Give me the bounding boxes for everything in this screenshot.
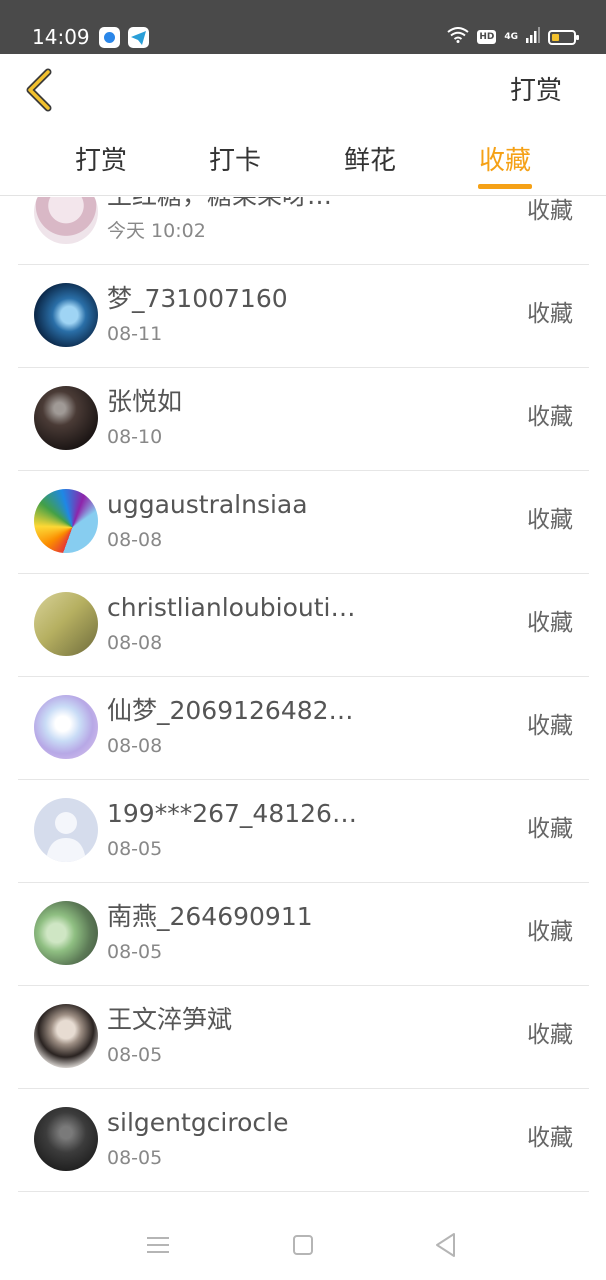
timestamp: 08-08 — [107, 632, 163, 654]
favorite-label: 收藏 — [527, 919, 573, 945]
default-user-icon — [46, 812, 86, 862]
list-item[interactable]: 199***267_48126… 08-05 收藏 — [18, 780, 589, 883]
list-item[interactable]: uggaustralnsiaa 08-08 收藏 — [18, 471, 589, 574]
user-name: 南燕_264690911 — [107, 902, 313, 931]
avatar — [34, 695, 98, 759]
signal-icon — [526, 27, 540, 47]
list-item[interactable]: 王文淬笋斌 08-05 收藏 — [18, 986, 589, 1089]
tab-flowers[interactable]: 鲜花 — [315, 144, 425, 178]
user-name: 199***267_48126… — [107, 799, 357, 828]
favorite-label: 收藏 — [527, 301, 573, 327]
avatar — [34, 489, 98, 553]
avatar — [34, 592, 98, 656]
back-icon — [436, 1233, 455, 1257]
app-notification-icon — [99, 27, 120, 48]
chevron-left-icon — [26, 68, 52, 112]
favorite-label: 收藏 — [527, 1125, 573, 1151]
favorites-list: 王红糖，糖果果呀… 今天 10:02 收藏 梦_731007160 08-11 … — [0, 197, 606, 1207]
user-name: 王文淬笋斌 — [107, 1005, 233, 1034]
avatar — [34, 386, 98, 450]
user-name: 张悦如 — [107, 387, 183, 416]
tab-reward[interactable]: 打赏 — [46, 144, 156, 178]
status-indicators: HD 4G — [447, 26, 579, 48]
favorite-label: 收藏 — [527, 198, 573, 224]
system-back-button[interactable] — [428, 1227, 464, 1263]
list-item[interactable]: christlianloubiouti… 08-08 收藏 — [18, 574, 589, 677]
network-type: 4G — [504, 32, 518, 42]
wifi-icon — [447, 27, 469, 47]
active-tab-indicator — [478, 184, 532, 189]
avatar — [34, 197, 98, 244]
top-bar: 打赏 — [0, 54, 606, 126]
list-item[interactable]: 王红糖，糖果果呀… 今天 10:02 收藏 — [18, 197, 589, 265]
timestamp: 08-05 — [107, 838, 163, 860]
home-icon — [293, 1235, 313, 1255]
favorite-label: 收藏 — [527, 1022, 573, 1048]
timestamp: 08-08 — [107, 529, 163, 551]
user-name: 梦_731007160 — [107, 284, 288, 313]
avatar — [34, 283, 98, 347]
user-name: 王红糖，糖果果呀… — [107, 197, 407, 212]
tab-bar: 打赏 打卡 鲜花 收藏 — [0, 126, 606, 196]
back-button[interactable] — [20, 68, 60, 112]
favorite-label: 收藏 — [527, 507, 573, 533]
timestamp: 08-05 — [107, 1044, 163, 1066]
reward-action-button[interactable]: 打赏 — [510, 74, 562, 108]
favorite-label: 收藏 — [527, 713, 573, 739]
home-button[interactable] — [285, 1227, 321, 1263]
user-name: uggaustralnsiaa — [107, 490, 308, 519]
avatar — [34, 798, 98, 862]
user-name: 仙梦_2069126482… — [107, 696, 354, 725]
avatar — [34, 901, 98, 965]
favorite-label: 收藏 — [527, 404, 573, 430]
list-item[interactable]: 仙梦_2069126482… 08-08 收藏 — [18, 677, 589, 780]
timestamp: 08-11 — [107, 323, 163, 345]
avatar — [34, 1107, 98, 1171]
list-item[interactable]: 张悦如 08-10 收藏 — [18, 368, 589, 471]
timestamp: 08-05 — [107, 941, 163, 963]
timestamp: 今天 10:02 — [107, 220, 206, 242]
user-name: silgentgcirocle — [107, 1108, 289, 1137]
status-time: 14:09 — [32, 25, 90, 49]
status-bar: 14:09 HD 4G — [0, 0, 606, 54]
favorite-label: 收藏 — [527, 610, 573, 636]
list-item[interactable]: silgentgcirocle 08-05 收藏 — [18, 1089, 589, 1192]
avatar — [34, 1004, 98, 1068]
list-item[interactable]: 梦_731007160 08-11 收藏 — [18, 265, 589, 368]
tab-checkin[interactable]: 打卡 — [180, 144, 290, 178]
system-nav-bar — [0, 1207, 606, 1280]
timestamp: 08-05 — [107, 1147, 163, 1169]
timestamp: 08-10 — [107, 426, 163, 448]
timestamp: 08-08 — [107, 735, 163, 757]
favorite-label: 收藏 — [527, 816, 573, 842]
battery-icon — [548, 29, 579, 45]
menu-icon — [147, 1237, 169, 1253]
menu-button[interactable] — [140, 1227, 176, 1263]
list-item[interactable]: 南燕_264690911 08-05 收藏 — [18, 883, 589, 986]
telegram-icon — [128, 27, 149, 48]
hd-badge: HD — [477, 30, 497, 44]
tab-favorites[interactable]: 收藏 — [450, 144, 560, 178]
user-name: christlianloubiouti… — [107, 593, 356, 622]
